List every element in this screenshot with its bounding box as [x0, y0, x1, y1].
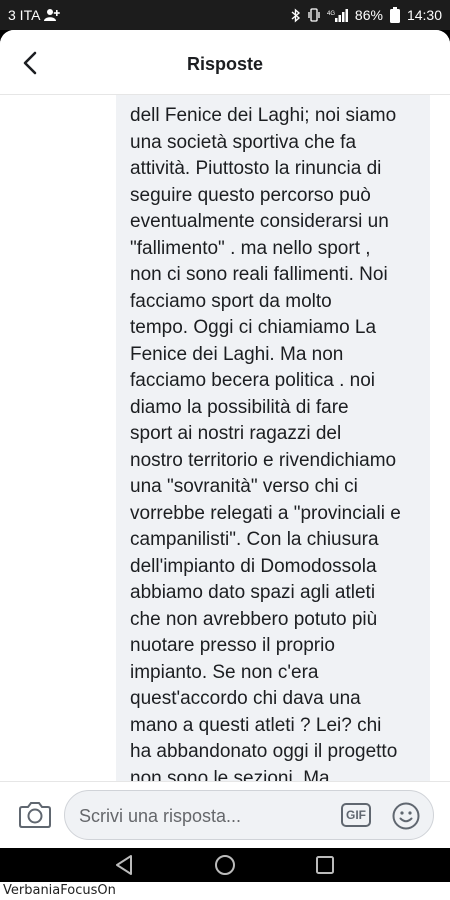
svg-text:4G: 4G: [327, 11, 335, 17]
comment-line: impianto. Se non c'era: [130, 661, 319, 683]
nav-back-button[interactable]: [112, 853, 136, 882]
comment-line: attività. Piuttosto la rinuncia di: [130, 158, 382, 179]
clock: 14:30: [406, 7, 442, 23]
status-left: 3 ITA: [8, 7, 61, 23]
bluetooth-icon: [291, 7, 301, 23]
page-title: Risposte: [186, 54, 264, 74]
comment-line: dell Fenice dei Laghi; noi siamo: [130, 105, 397, 126]
comment-line: ha abbandonato oggi il progetto: [130, 741, 398, 762]
reply-input-box[interactable]: GIF: [64, 790, 434, 840]
emoji-button[interactable]: [391, 801, 421, 831]
comment-line: "fallimento" . ma nello sport ,: [130, 237, 371, 259]
comment-line: tempo. Oggi ci chiamiamo La: [130, 317, 377, 338]
comment-line: eventualmente considerarsi un: [130, 211, 389, 232]
comment-line: una "sovranità" verso chi ci: [130, 476, 358, 497]
nav-recents-button[interactable]: [313, 853, 337, 882]
comment-line: campanilisti". Con la chiusura: [130, 529, 379, 550]
status-right: 4G 86% 14:30: [291, 7, 442, 23]
comment-line: sport ai nostri ragazzi del: [130, 423, 342, 444]
camera-icon: [19, 802, 51, 828]
back-triangle-icon: [116, 855, 132, 875]
comment-line: abbiamo dato spazi agli atleti: [130, 582, 376, 603]
battery-icon: [389, 7, 401, 23]
comment-line: una società sportiva che fa: [130, 131, 357, 153]
comment-line: facciamo sport da molto: [130, 290, 332, 312]
reply-composer: GIF: [0, 781, 450, 848]
comment-line: Fenice dei Laghi. Ma non: [130, 343, 344, 365]
gif-button[interactable]: GIF: [341, 803, 371, 827]
comment-line: mano a questi atleti ? Lei? chi: [130, 714, 382, 736]
camera-button[interactable]: [18, 799, 52, 831]
header: Risposte: [0, 30, 450, 95]
home-circle-icon: [215, 855, 235, 875]
watermark-strip: VerbaniaFocusOn: [0, 882, 450, 900]
watermark-text: VerbaniaFocusOn: [3, 883, 116, 898]
comment-line: non ci sono reali fallimenti. Noi: [130, 264, 388, 285]
comment-line: vorrebbe relegati a "provinciali e: [130, 502, 401, 524]
comment-line: nuotare presso il proprio: [130, 635, 335, 656]
system-nav-bar: [0, 848, 450, 882]
emoji-icon: [392, 802, 420, 830]
comment-text: dell Fenice dei Laghi; noi siamo una soci…: [130, 103, 430, 783]
replies-content[interactable]: dell Fenice dei Laghi; noi siamo una soci…: [0, 95, 450, 783]
battery-percent: 86%: [354, 7, 383, 23]
vibrate-icon: [307, 8, 321, 22]
person-add-icon: [44, 8, 61, 22]
carrier-label: 3 ITA: [8, 7, 41, 23]
signal-icon: 4G: [327, 8, 349, 22]
comment-line: seguire questo percorso può: [130, 184, 371, 206]
reply-input[interactable]: [77, 801, 331, 831]
comment-line: facciamo becera politica . noi: [130, 370, 376, 391]
comment-line: quest'accordo chi dava una: [130, 688, 361, 709]
recents-square-icon: [316, 856, 334, 874]
comment-line: nostro territorio e rivendichiamo: [130, 449, 397, 471]
comment-line: dell'impianto di Domodossola: [130, 555, 377, 577]
comment-line: diamo la possibilità di fare: [130, 396, 349, 418]
status-bar: 3 ITA 4G 86% 14:30: [0, 0, 450, 30]
nav-home-button[interactable]: [213, 853, 237, 882]
app-screen: Risposte dell Fenice dei Laghi; noi siam…: [0, 30, 450, 848]
comment-line: che non avrebbero potuto più: [130, 608, 378, 630]
